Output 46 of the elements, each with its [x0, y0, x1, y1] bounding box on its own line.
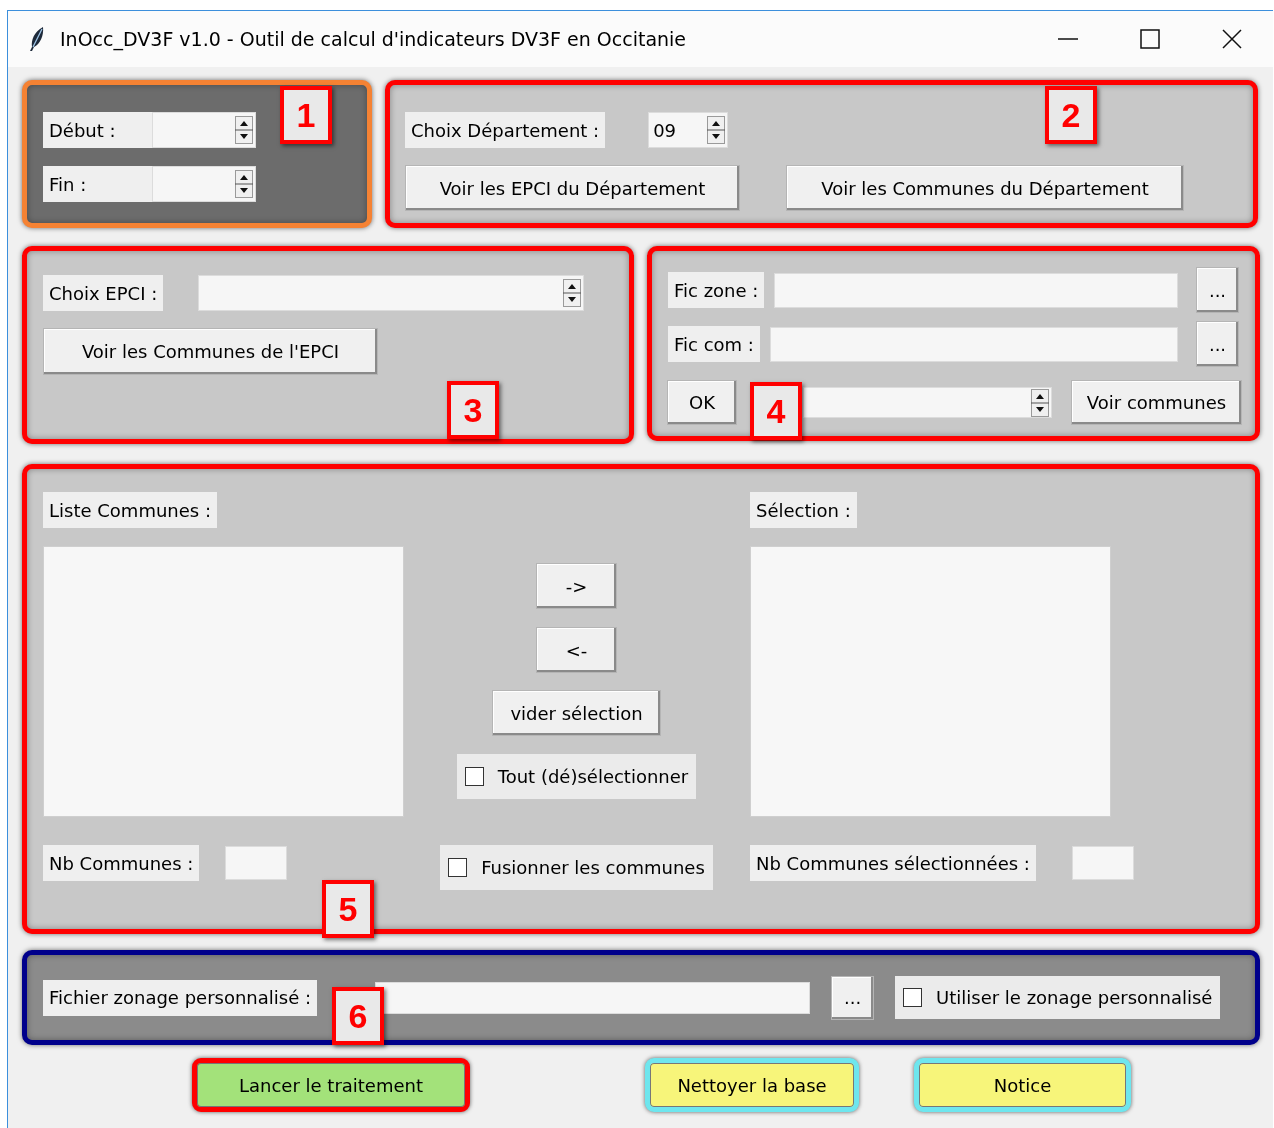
- field-label: Nb Communes sélectionnées :: [750, 845, 1036, 881]
- field-label: Sélection :: [750, 492, 857, 528]
- browse-button[interactable]: ...: [831, 975, 875, 1020]
- spin-arrows-icon[interactable]: [563, 279, 582, 307]
- field-label: Choix EPCI :: [43, 275, 164, 311]
- custom-zoning-checkbox[interactable]: Utiliser le zonage personnalisé: [895, 976, 1221, 1019]
- field-label: Début :: [43, 112, 152, 148]
- spin-arrows-icon[interactable]: [707, 116, 726, 144]
- button[interactable]: Voir les Communes du Département: [786, 165, 1184, 211]
- input-field[interactable]: [375, 981, 811, 1014]
- window-title: InOcc_DV3F v1.0 - Outil de calcul d'indicateurs DV3F en Occitanie: [60, 28, 687, 50]
- number-callout: 5: [322, 880, 374, 938]
- button[interactable]: vider sélection: [492, 690, 661, 736]
- spin-arrows-icon[interactable]: [235, 170, 253, 198]
- browse-button[interactable]: ...: [1196, 267, 1239, 313]
- number-callout: 6: [332, 987, 384, 1045]
- browse-button[interactable]: ...: [1196, 321, 1239, 367]
- add-button[interactable]: ->: [536, 563, 617, 609]
- field-label: Choix Département :: [405, 112, 606, 148]
- field-label: Liste Communes :: [43, 492, 217, 528]
- action-button[interactable]: Lancer le traitement: [192, 1058, 470, 1112]
- field-label: Fic com :: [668, 326, 760, 362]
- spin-box[interactable]: 09: [648, 112, 729, 148]
- number-callout: 2: [1045, 86, 1097, 144]
- number-callout: 1: [280, 86, 332, 144]
- count-field[interactable]: [225, 846, 288, 880]
- button[interactable]: Voir les EPCI du Département: [405, 165, 740, 211]
- feather-icon: [28, 26, 46, 52]
- count-field[interactable]: [1071, 846, 1134, 880]
- button[interactable]: Voir communes: [1071, 380, 1242, 425]
- field-label: Fic zone :: [668, 272, 765, 308]
- field-label: Fichier zonage personnalisé :: [43, 979, 318, 1016]
- button[interactable]: OK: [667, 380, 737, 425]
- remove-button[interactable]: <-: [536, 627, 617, 673]
- number-callout: 3: [447, 381, 499, 439]
- select-all-checkbox[interactable]: Tout (dé)sélectionner: [456, 754, 697, 799]
- field-label: Fin :: [43, 166, 152, 202]
- action-button[interactable]: Nettoyer la base: [645, 1058, 859, 1112]
- input-field[interactable]: [774, 272, 1178, 308]
- spin-arrows-icon[interactable]: [1031, 388, 1049, 417]
- action-button[interactable]: Notice: [914, 1058, 1131, 1112]
- input-field[interactable]: [769, 326, 1178, 362]
- field-label: Nb Communes :: [43, 845, 200, 881]
- merge-checkbox[interactable]: Fusionner les communes: [440, 845, 713, 890]
- button[interactable]: Voir les Communes de l'EPCI: [43, 328, 378, 375]
- spin-arrows-icon[interactable]: [235, 116, 253, 144]
